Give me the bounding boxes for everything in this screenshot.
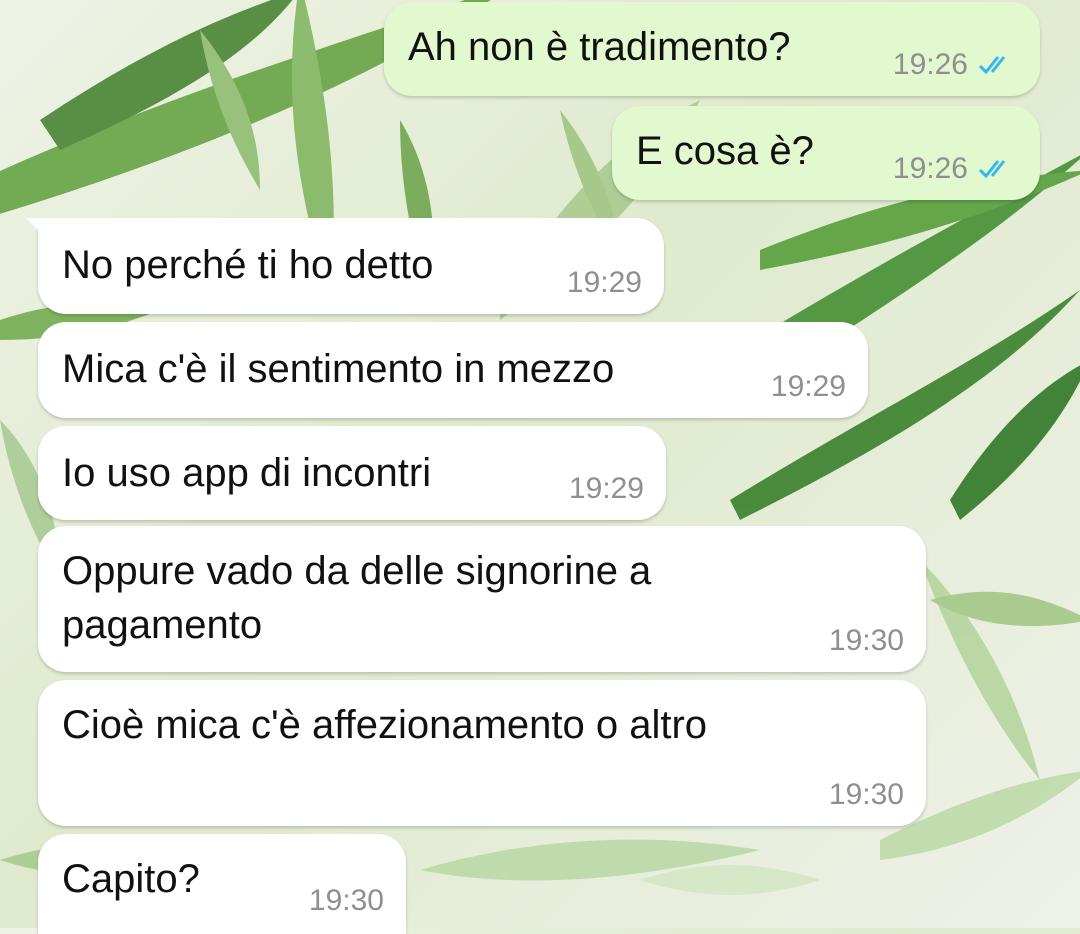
message-bubble-outgoing[interactable]: Ah non è tradimento? 19:26 xyxy=(384,2,1040,96)
message-text: No perché ti ho detto xyxy=(62,243,434,287)
message-meta: 19:29 xyxy=(569,472,644,506)
bubble-tail-icon xyxy=(26,218,50,242)
message-meta: 19:30 xyxy=(829,778,904,812)
message-text: Mica c'è il sentimento in mezzo xyxy=(62,347,615,391)
message-time: 19:30 xyxy=(308,884,384,917)
message-text: E cosa è? xyxy=(636,129,814,173)
message-time: 19:26 xyxy=(892,48,968,81)
double-check-blue-icon xyxy=(978,56,1006,75)
message-text: Ah non è tradimento? xyxy=(408,25,791,69)
message-time: 19:30 xyxy=(828,624,904,657)
double-check-blue-icon xyxy=(978,160,1006,179)
message-meta: 19:29 xyxy=(567,266,642,300)
message-bubble-incoming[interactable]: Mica c'è il sentimento in mezzo 19:29 xyxy=(38,322,868,418)
message-bubble-incoming[interactable]: No perché ti ho detto 19:29 xyxy=(26,218,664,314)
message-time: 19:29 xyxy=(568,472,644,505)
message-text: Oppure vado da delle signorine a pagamen… xyxy=(62,549,652,647)
message-meta: 19:26 xyxy=(893,48,1018,82)
message-meta: 19:30 xyxy=(829,624,904,658)
message-bubble-outgoing[interactable]: E cosa è? 19:26 xyxy=(612,106,1040,200)
message-bubble-incoming[interactable]: Oppure vado da delle signorine a pagamen… xyxy=(38,526,926,672)
message-bubble-incoming[interactable]: Io uso app di incontri 19:29 xyxy=(38,426,666,520)
message-bubble-incoming[interactable]: Cioè mica c'è affezionamento o altro 19:… xyxy=(38,680,926,826)
message-time: 19:29 xyxy=(566,266,642,299)
message-time: 19:29 xyxy=(770,370,846,403)
message-meta: 19:29 xyxy=(771,370,846,404)
message-bubble-incoming[interactable]: Capito? 19:30 xyxy=(38,834,406,934)
message-text: Cioè mica c'è affezionamento o altro xyxy=(62,703,708,747)
message-meta: 19:26 xyxy=(893,152,1018,186)
message-text: Capito? xyxy=(62,857,200,901)
message-time: 19:30 xyxy=(828,778,904,811)
message-text: Io uso app di incontri xyxy=(62,451,432,495)
message-meta: 19:30 xyxy=(309,884,384,918)
message-time: 19:26 xyxy=(892,152,968,185)
